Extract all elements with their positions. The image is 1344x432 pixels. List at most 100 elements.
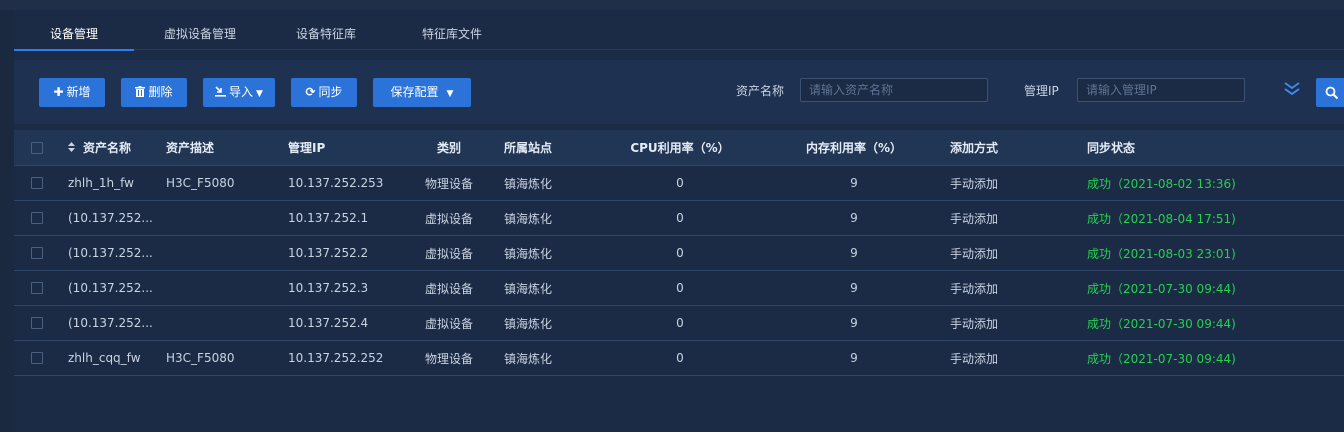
tab-bar: 设备管理 虚拟设备管理 设备特征库 特征库文件 xyxy=(14,22,1344,51)
tab-label: 特征库文件 xyxy=(421,27,482,41)
cell-type: 物理设备 xyxy=(424,176,473,191)
cell-type: 虚拟设备 xyxy=(424,246,473,261)
import-icon xyxy=(215,78,227,107)
cell-add-method: 手动添加 xyxy=(950,351,999,366)
col-mgmt-ip: 管理IP xyxy=(288,130,398,165)
toolbar: ✚新增 删除 导入▼ ⟳同步 保存配置▼ 资产名称 管理IP xyxy=(14,60,1344,124)
cell-asset-desc xyxy=(166,236,276,270)
cell-cpu: 0 xyxy=(676,316,684,330)
asset-name-filter-label: 资产名称 xyxy=(736,84,785,98)
tab-signature-library-files[interactable]: 特征库文件 xyxy=(412,22,492,50)
select-all-checkbox[interactable] xyxy=(31,141,43,154)
tab-label: 设备管理 xyxy=(49,27,98,41)
import-button-label: 导入 xyxy=(229,85,254,99)
import-button[interactable]: 导入 ▼ xyxy=(203,78,275,107)
tab-label: 虚拟设备管理 xyxy=(163,27,236,41)
table-row[interactable]: (10.137.252... 10.137.252.3 虚拟设备 镇海炼化 0 … xyxy=(14,271,1344,306)
cell-add-method: 手动添加 xyxy=(950,176,999,191)
delete-button[interactable]: 删除 xyxy=(121,78,187,107)
col-header-label: 内存利用率（%） xyxy=(805,141,903,155)
col-header-label: 管理IP xyxy=(288,141,326,155)
mgmt-ip-input[interactable] xyxy=(1077,78,1245,102)
cell-type: 虚拟设备 xyxy=(424,316,473,331)
cell-asset-name: (10.137.252... xyxy=(68,211,153,225)
sort-icon[interactable] xyxy=(68,141,75,155)
row-checkbox[interactable] xyxy=(31,317,43,329)
tab-virtual-device-management[interactable]: 虚拟设备管理 xyxy=(154,22,246,50)
select-all-checkbox-cell xyxy=(31,130,45,165)
cell-mem: 9 xyxy=(850,246,858,260)
tab-device-management[interactable]: 设备管理 xyxy=(14,22,134,51)
add-button-label: 新增 xyxy=(66,85,91,99)
table-row[interactable]: zhlh_1h_fw H3C_F5080 10.137.252.253 物理设备… xyxy=(14,166,1344,201)
table-row[interactable]: (10.137.252... 10.137.252.2 虚拟设备 镇海炼化 0 … xyxy=(14,236,1344,271)
cell-asset-name: zhlh_cqq_fw xyxy=(68,351,141,365)
cell-site: 镇海炼化 xyxy=(504,281,553,296)
col-mem: 内存利用率（%） xyxy=(784,130,924,165)
row-checkbox-cell xyxy=(31,236,45,270)
col-header-label: CPU利用率（%） xyxy=(630,141,730,155)
cell-asset-name: (10.137.252... xyxy=(68,316,153,330)
cell-mgmt-ip: 10.137.252.3 xyxy=(288,281,369,295)
row-checkbox[interactable] xyxy=(31,352,43,364)
cell-asset-name: (10.137.252... xyxy=(68,246,153,260)
cell-type: 虚拟设备 xyxy=(424,281,473,296)
asset-name-input[interactable] xyxy=(800,78,988,102)
cell-mgmt-ip: 10.137.252.2 xyxy=(288,246,369,260)
cell-mem: 9 xyxy=(850,211,858,225)
plus-icon: ✚ xyxy=(53,85,64,99)
col-site: 所属站点 xyxy=(504,130,604,165)
double-chevron-down-icon[interactable] xyxy=(1282,80,1302,98)
cell-type: 物理设备 xyxy=(424,351,473,366)
cell-asset-desc xyxy=(166,306,276,340)
cell-add-method: 手动添加 xyxy=(950,246,999,261)
cell-sync-status: 成功（2021-08-02 13:36) xyxy=(1087,176,1236,191)
cell-asset-desc xyxy=(166,271,276,305)
table-row[interactable]: (10.137.252... 10.137.252.4 虚拟设备 镇海炼化 0 … xyxy=(14,306,1344,341)
col-asset-desc: 资产描述 xyxy=(166,130,276,165)
col-cpu: CPU利用率（%） xyxy=(610,130,750,165)
col-header-label: 资产描述 xyxy=(166,141,215,155)
col-asset-name[interactable]: 资产名称 xyxy=(68,130,168,165)
col-header-label: 同步状态 xyxy=(1087,141,1136,155)
cell-sync-status: 成功（2021-07-30 09:44) xyxy=(1087,351,1236,366)
col-add-method: 添加方式 xyxy=(950,130,1060,165)
cell-sync-status: 成功（2021-08-04 17:51) xyxy=(1087,211,1236,226)
cell-type: 虚拟设备 xyxy=(424,211,473,226)
row-checkbox-cell xyxy=(31,166,45,200)
row-checkbox-cell xyxy=(31,271,45,305)
cell-mem: 9 xyxy=(850,281,858,295)
cell-mgmt-ip: 10.137.252.4 xyxy=(288,316,369,330)
cell-site: 镇海炼化 xyxy=(504,246,553,261)
row-checkbox[interactable] xyxy=(31,282,43,294)
table-row[interactable]: (10.137.252... 10.137.252.1 虚拟设备 镇海炼化 0 … xyxy=(14,201,1344,236)
cell-cpu: 0 xyxy=(676,211,684,225)
sync-button[interactable]: ⟳ 同步 xyxy=(291,78,357,107)
refresh-icon: ⟳ xyxy=(305,85,316,99)
col-sync-status: 同步状态 xyxy=(1087,130,1247,165)
row-checkbox[interactable] xyxy=(31,177,43,189)
row-checkbox[interactable] xyxy=(31,212,43,224)
cell-sync-status: 成功（2021-07-30 09:44) xyxy=(1087,281,1236,296)
table-row[interactable]: zhlh_cqq_fw H3C_F5080 10.137.252.252 物理设… xyxy=(14,341,1344,376)
cell-site: 镇海炼化 xyxy=(504,351,553,366)
add-button[interactable]: ✚ 新增 xyxy=(39,78,105,107)
cell-site: 镇海炼化 xyxy=(504,211,553,226)
row-checkbox[interactable] xyxy=(31,247,43,259)
col-header-label: 所属站点 xyxy=(504,141,553,155)
cell-asset-desc xyxy=(166,201,276,235)
cell-sync-status: 成功（2021-08-03 23:01) xyxy=(1087,246,1236,261)
col-header-label: 资产名称 xyxy=(83,141,132,155)
active-tab-indicator xyxy=(14,49,134,51)
cell-cpu: 0 xyxy=(676,281,684,295)
device-table: 资产名称 资产描述 管理IP 类别 所属站点 CPU利用率（%） 内存利用率（%… xyxy=(14,130,1344,376)
search-button[interactable] xyxy=(1316,78,1344,107)
cell-cpu: 0 xyxy=(676,351,684,365)
delete-button-label: 删除 xyxy=(148,85,173,99)
col-type: 类别 xyxy=(404,130,494,165)
tab-device-signature-library[interactable]: 设备特征库 xyxy=(286,22,366,50)
save-config-button[interactable]: 保存配置 ▼ xyxy=(373,78,471,107)
cell-mem: 9 xyxy=(850,316,858,330)
mgmt-ip-filter-label: 管理IP xyxy=(1024,84,1059,98)
col-header-label: 类别 xyxy=(436,141,461,155)
